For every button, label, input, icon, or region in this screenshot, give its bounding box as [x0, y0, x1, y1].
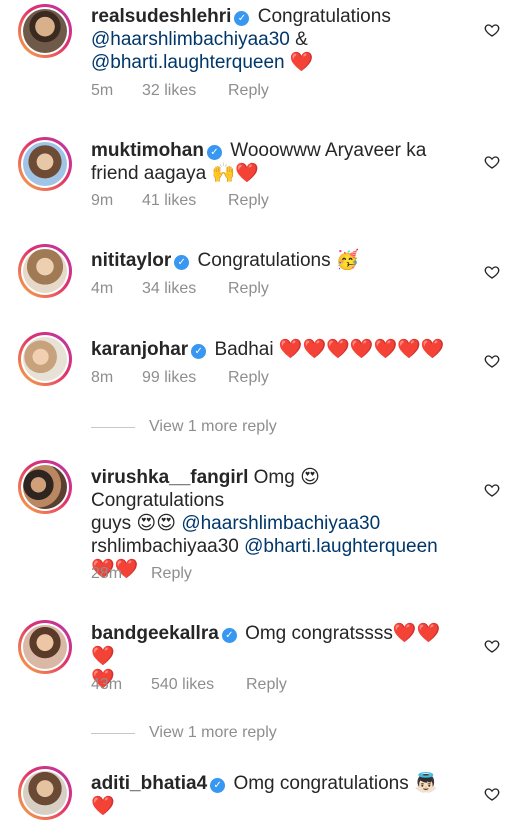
comment-text: Congratulations [91, 490, 225, 511]
comment-text: Wooowww Aryaveer ka [230, 140, 427, 161]
comment-username[interactable]: bandgeekallra [91, 623, 219, 644]
heart-outline-icon[interactable] [484, 154, 500, 170]
verified-badge-icon: ✓ [174, 255, 190, 270]
comment-likes[interactable]: 540 likes [151, 676, 214, 693]
emoji: 😍 [300, 467, 320, 488]
reply-button[interactable]: Reply [228, 280, 269, 297]
avatar[interactable] [18, 766, 72, 820]
heart-outline-icon[interactable] [484, 353, 500, 369]
mention-link[interactable]: @bharti.laughterqueen [244, 536, 438, 557]
comment-text: guys [91, 513, 132, 534]
comment-time: 4m [91, 280, 114, 297]
comment-username[interactable]: karanjohar [91, 339, 188, 360]
comment-text: & [295, 29, 308, 50]
avatar-photo [23, 9, 67, 53]
comment-text: friend aagaya [91, 163, 207, 184]
emoji: 🥳 [335, 250, 360, 271]
reply-button[interactable]: Reply [246, 676, 287, 693]
emoji: 😍😍 [136, 513, 177, 534]
heart-outline-icon[interactable] [484, 482, 500, 498]
heart-outline-icon[interactable] [484, 264, 500, 280]
comment-text: Badhai [214, 339, 274, 360]
heart-outline-icon[interactable] [484, 638, 500, 654]
reply-button[interactable]: Reply [228, 82, 269, 99]
comment-time: 5m [91, 82, 114, 99]
comment-username[interactable]: aditi_bhatia4 [91, 773, 207, 794]
reply-button[interactable]: Reply [228, 369, 269, 386]
mention-link[interactable]: @haarshlimbachiyaa30 [91, 29, 290, 50]
avatar[interactable] [18, 137, 72, 191]
view-more-label: View 1 more reply [149, 418, 277, 435]
comment-time: 8m [91, 369, 114, 386]
comment-text: Congratulations [197, 250, 331, 271]
avatar[interactable] [18, 620, 72, 674]
comment-username[interactable]: nititaylor [91, 250, 171, 271]
comment-username[interactable]: muktimohan [91, 140, 204, 161]
comment-username[interactable]: virushka__fangirl [91, 467, 248, 488]
mention-link[interactable]: @haarshlimbachiyaa30 [181, 513, 380, 534]
emoji: ❤️❤️❤️❤️❤️❤️❤️ [278, 339, 445, 360]
reply-button[interactable]: Reply [228, 192, 269, 209]
emoji: ❤️ [289, 52, 314, 73]
comment-text: Omg congratssss [245, 623, 393, 644]
avatar-photo [23, 142, 67, 186]
divider [91, 426, 135, 428]
comment-likes[interactable]: 99 likes [142, 369, 196, 386]
comment-text: Omg [253, 467, 295, 488]
avatar[interactable] [18, 332, 72, 386]
verified-badge-icon: ✓ [206, 145, 222, 160]
comment-likes[interactable]: 41 likes [142, 192, 196, 209]
mention-link[interactable]: @bharti.laughterqueen [91, 52, 285, 73]
avatar[interactable] [18, 244, 72, 298]
emoji: 🙌❤️ [211, 163, 259, 184]
divider [91, 732, 135, 734]
reply-button[interactable]: Reply [151, 565, 192, 582]
heart-outline-icon[interactable] [484, 22, 500, 38]
comment-likes[interactable]: 32 likes [142, 82, 196, 99]
avatar-photo [23, 771, 67, 815]
avatar-photo [23, 465, 67, 509]
view-more-replies[interactable]: View 1 more reply [91, 724, 277, 742]
comment-time: 28m [91, 565, 123, 582]
verified-badge-icon: ✓ [210, 778, 226, 793]
view-more-label: View 1 more reply [149, 724, 277, 741]
comment-time: 9m [91, 192, 114, 209]
comment-text: rshlimbachiyaa30 [91, 536, 239, 557]
comment-text: Omg congratulations [233, 773, 409, 794]
verified-badge-icon: ✓ [234, 11, 250, 26]
avatar-photo [23, 625, 67, 669]
comment-likes[interactable]: 34 likes [142, 280, 196, 297]
comment-time: 43m [91, 676, 123, 693]
avatar-photo [23, 337, 67, 381]
comment-text: Congratulations [257, 6, 391, 27]
avatar-photo [23, 249, 67, 293]
comment-username[interactable]: realsudeshlehri [91, 6, 231, 27]
verified-badge-icon: ✓ [191, 344, 207, 359]
avatar[interactable] [18, 4, 72, 58]
view-more-replies[interactable]: View 1 more reply [91, 418, 277, 436]
verified-badge-icon: ✓ [221, 628, 237, 643]
avatar[interactable] [18, 460, 72, 514]
